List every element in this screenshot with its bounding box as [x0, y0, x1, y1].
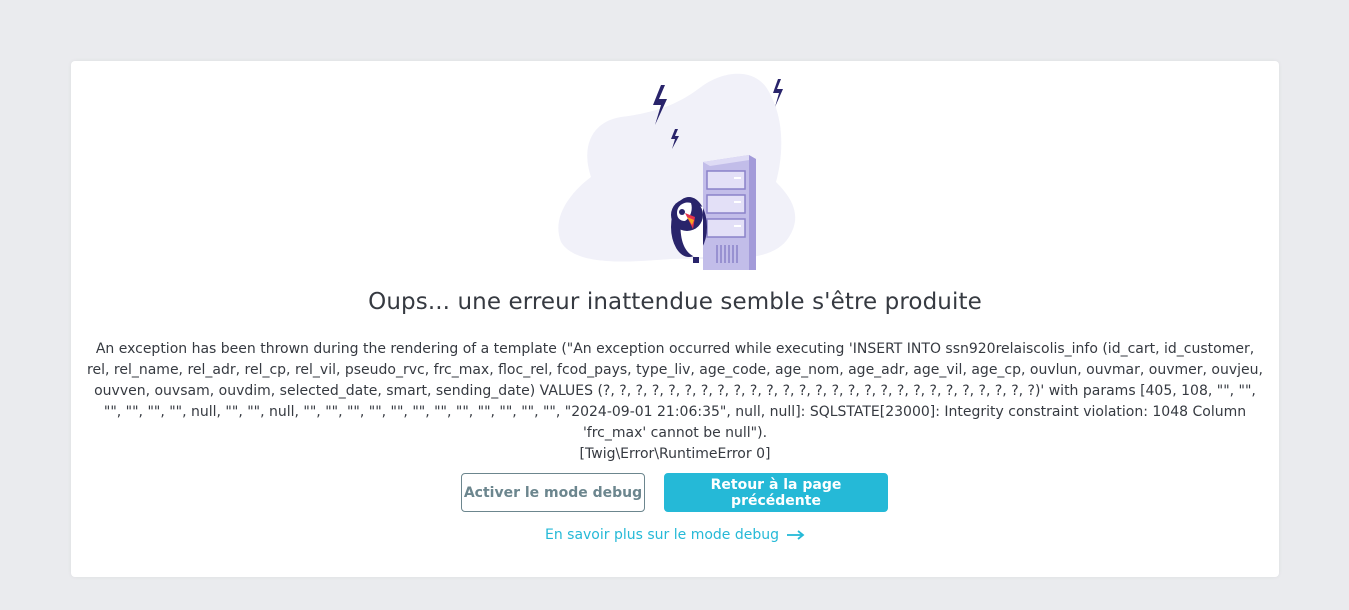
learn-more-label: En savoir plus sur le mode debug	[544, 527, 779, 543]
page-title: Oups... une erreur inattendue semble s'ê…	[368, 289, 982, 315]
error-code: [Twig\Error\RuntimeError 0]	[579, 446, 771, 462]
enable-debug-button[interactable]: Activer le mode debug	[461, 473, 645, 512]
back-to-previous-page-button[interactable]: Retour à la page précédente	[664, 473, 888, 512]
server-error-illustration	[558, 73, 796, 270]
exception-text: An exception has been thrown during the …	[87, 341, 1263, 441]
arrow-right-icon	[787, 530, 805, 540]
error-card: Oups... une erreur inattendue semble s'ê…	[71, 61, 1279, 577]
lightning-bolt-icon	[773, 79, 783, 107]
server-icon	[703, 155, 756, 270]
learn-more-debug-link[interactable]: En savoir plus sur le mode debug	[71, 527, 1279, 543]
error-message: An exception has been thrown during the …	[85, 339, 1265, 465]
